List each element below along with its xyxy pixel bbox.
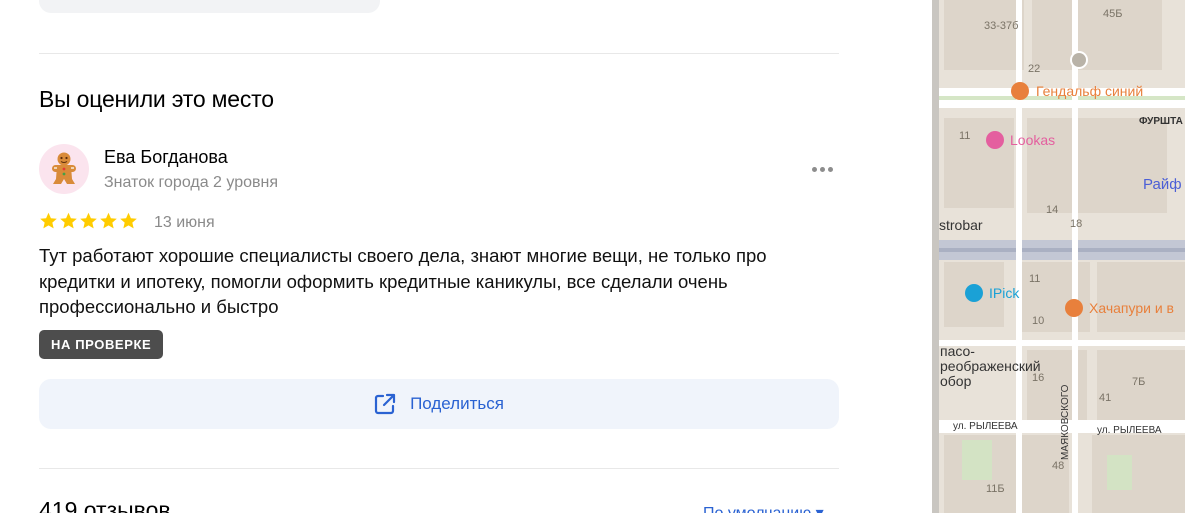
review-date: 13 июня: [154, 214, 215, 231]
house-number: 18: [1070, 218, 1083, 230]
review-author-level: Знаток города 2 уровня: [104, 174, 279, 191]
review-text: Тут работают хорошие специалисты своего …: [39, 245, 767, 317]
map[interactable]: Гендальф синий Lookas Райф IPick Хачапур…: [932, 0, 1185, 513]
house-number: 45Б: [1103, 8, 1123, 20]
street-label: ул. РЫЛЕЕВА: [1097, 425, 1162, 436]
house-number: 7Б: [1132, 376, 1146, 388]
street-label: МАЯКОВСКОГО: [1060, 384, 1071, 460]
star-icon: [60, 212, 77, 229]
house-number: 11Б: [986, 483, 1005, 495]
house-number: 22: [1028, 63, 1041, 75]
review-author-name[interactable]: Ева Богданова: [104, 147, 228, 168]
star-icon: [100, 212, 117, 229]
map-edge: [932, 0, 939, 513]
star-icon: [120, 212, 137, 229]
house-number: 14: [1046, 204, 1059, 216]
poi-label[interactable]: Райф: [1143, 176, 1182, 193]
house-number: 11: [1029, 273, 1041, 285]
share-icon: [374, 393, 396, 415]
street-label: strobar: [939, 217, 983, 233]
star-icon: [80, 212, 97, 229]
map-canvas: [932, 0, 1185, 513]
reviews-count: 419 отзывов: [39, 497, 171, 513]
poi-label[interactable]: IPick: [989, 285, 1019, 301]
house-number: 16: [1032, 372, 1045, 384]
house-number: 48: [1052, 460, 1065, 472]
street-label: ФУРШТА: [1139, 116, 1183, 127]
place-label: обор: [940, 373, 972, 389]
street-label: ул. РЫЛЕЕВА: [953, 421, 1018, 432]
star-icon: [40, 212, 57, 229]
house-number: 41: [1099, 392, 1112, 404]
gingerbread-icon: [52, 152, 76, 184]
place-label: пасо-: [940, 343, 975, 359]
rating-stars: [39, 212, 138, 230]
house-number: 11: [959, 130, 971, 142]
share-button[interactable]: Поделиться: [39, 379, 839, 429]
top-card: [39, 0, 380, 13]
house-number: 10: [1032, 315, 1045, 327]
poi-label[interactable]: Lookas: [1010, 132, 1055, 148]
share-label: Поделиться: [410, 394, 504, 413]
sort-dropdown[interactable]: По умолчанию ▾: [703, 503, 824, 513]
section-title: Вы оценили это место: [39, 86, 274, 112]
avatar[interactable]: [39, 144, 89, 194]
poi-label[interactable]: Хачапури и в: [1089, 300, 1174, 316]
divider: [39, 468, 839, 469]
poi-label[interactable]: Гендальф синий: [1036, 83, 1143, 99]
place-panel: Вы оценили это место Ева Богданова Знато…: [0, 0, 932, 513]
divider: [39, 53, 839, 54]
status-badge: НА ПРОВЕРКЕ: [39, 330, 164, 359]
more-dots-icon[interactable]: [806, 158, 840, 180]
house-number: 33-37б: [984, 20, 1019, 32]
place-label: реображенский: [940, 358, 1041, 374]
